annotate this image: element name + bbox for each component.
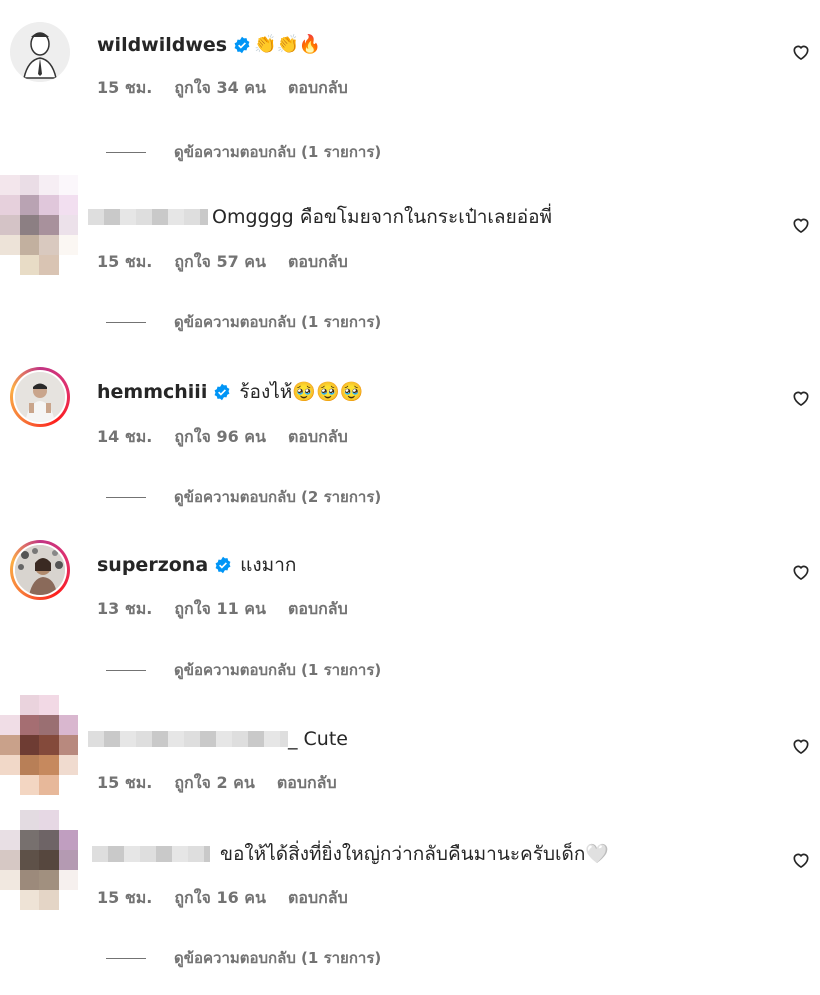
comment-time: 15 ชม. (97, 78, 153, 97)
divider-line (106, 957, 146, 959)
view-replies-label: ดูข้อความตอบกลับ (1 รายการ) (174, 313, 382, 331)
comment-text: ขอให้ได้สิ่งที่ยิ่งใหญ่กว่ากลับคืนมานะคร… (220, 843, 609, 865)
comment-time: 15 ชม. (97, 252, 153, 271)
username[interactable]: superzona (97, 552, 208, 578)
likes-count[interactable]: ถูกใจ 11 คน (174, 597, 266, 622)
avatar[interactable] (10, 540, 70, 600)
username-redacted[interactable] (88, 209, 208, 225)
avatar-photo (10, 22, 70, 82)
verified-badge-icon (214, 383, 230, 401)
verified-badge-icon (234, 36, 250, 54)
divider-line (106, 151, 146, 153)
view-replies-button[interactable]: ดูข้อความตอบกลับ (1 รายการ) (106, 310, 381, 334)
heart-outline-icon[interactable] (791, 42, 811, 62)
comment-text: 👏👏🔥 (254, 34, 322, 55)
likes-count[interactable]: ถูกใจ 57 คน (174, 250, 266, 275)
heart-outline-icon[interactable] (791, 736, 811, 756)
avatar-photo (15, 545, 65, 595)
heart-outline-icon[interactable] (791, 562, 811, 582)
username[interactable]: hemmchiii (97, 379, 207, 405)
comment-time: 15 ชม. (97, 773, 153, 792)
view-replies-button[interactable]: ดูข้อความตอบกลับ (1 รายการ) (106, 658, 381, 682)
reply-button[interactable]: ตอบกลับ (288, 425, 348, 450)
reply-button[interactable]: ตอบกลับ (277, 771, 337, 796)
comment-text: แงมาก (240, 554, 297, 576)
comment-item: superzona แงมาก 13 ชม. ถูกใจ 11 คน ตอบกล… (0, 520, 820, 690)
reply-button[interactable]: ตอบกลับ (288, 250, 348, 275)
view-replies-button[interactable]: ดูข้อความตอบกลับ (2 รายการ) (106, 485, 381, 509)
divider-line (106, 496, 146, 498)
view-replies-button[interactable]: ดูข้อความตอบกลับ (1 รายการ) (106, 140, 381, 164)
comment-item: Omgggg คือขโมยจากในกระเป๋าเลยอ่อพี่ 15 ช… (0, 170, 820, 345)
comment-text: Omgggg คือขโมยจากในกระเป๋าเลยอ่อพี่ (212, 206, 553, 228)
avatar[interactable] (10, 22, 70, 82)
comment-item: ขอให้ได้สิ่งที่ยิ่งใหญ่กว่ากลับคืนมานะคร… (0, 805, 820, 995)
view-replies-label: ดูข้อความตอบกลับ (1 รายการ) (174, 143, 382, 161)
view-replies-button[interactable]: ดูข้อความตอบกลับ (1 รายการ) (106, 946, 381, 970)
view-replies-label: ดูข้อความตอบกลับ (2 รายการ) (174, 488, 382, 506)
comment-item: _ Cute 15 ชม. ถูกใจ 2 คน ตอบกลับ (0, 690, 820, 800)
heart-outline-icon[interactable] (791, 850, 811, 870)
avatar-photo (15, 372, 65, 422)
likes-count[interactable]: ถูกใจ 16 คน (174, 886, 266, 911)
username[interactable]: wildwildwes (97, 32, 227, 58)
comment-item: hemmchiii ร้องไห้🥹🥹🥹 14 ชม. ถูกใจ 96 คน … (0, 345, 820, 520)
heart-outline-icon[interactable] (791, 388, 811, 408)
likes-count[interactable]: ถูกใจ 96 คน (174, 425, 266, 450)
username-redacted[interactable] (92, 846, 210, 862)
view-replies-label: ดูข้อความตอบกลับ (1 รายการ) (174, 949, 382, 967)
avatar-pixelated[interactable] (0, 810, 78, 910)
reply-button[interactable]: ตอบกลับ (288, 886, 348, 911)
username-redacted[interactable] (88, 731, 288, 747)
comment-text: _ Cute (288, 728, 348, 750)
comment-time: 15 ชม. (97, 888, 153, 907)
comment-text: ร้องไห้🥹🥹🥹 (239, 381, 364, 403)
divider-line (106, 669, 146, 671)
comment-item: wildwildwes 👏👏🔥 15 ชม. ถูกใจ 34 คน ตอบกล… (0, 0, 820, 170)
view-replies-label: ดูข้อความตอบกลับ (1 รายการ) (174, 661, 382, 679)
avatar[interactable] (10, 367, 70, 427)
verified-badge-icon (215, 556, 231, 574)
comment-time: 13 ชม. (97, 599, 153, 618)
comment-time: 14 ชม. (97, 427, 153, 446)
likes-count[interactable]: ถูกใจ 2 คน (174, 771, 254, 796)
reply-button[interactable]: ตอบกลับ (288, 597, 348, 622)
likes-count[interactable]: ถูกใจ 34 คน (174, 76, 266, 101)
avatar-pixelated[interactable] (0, 175, 78, 275)
heart-outline-icon[interactable] (791, 215, 811, 235)
divider-line (106, 321, 146, 323)
reply-button[interactable]: ตอบกลับ (288, 76, 348, 101)
avatar-pixelated[interactable] (0, 695, 78, 795)
